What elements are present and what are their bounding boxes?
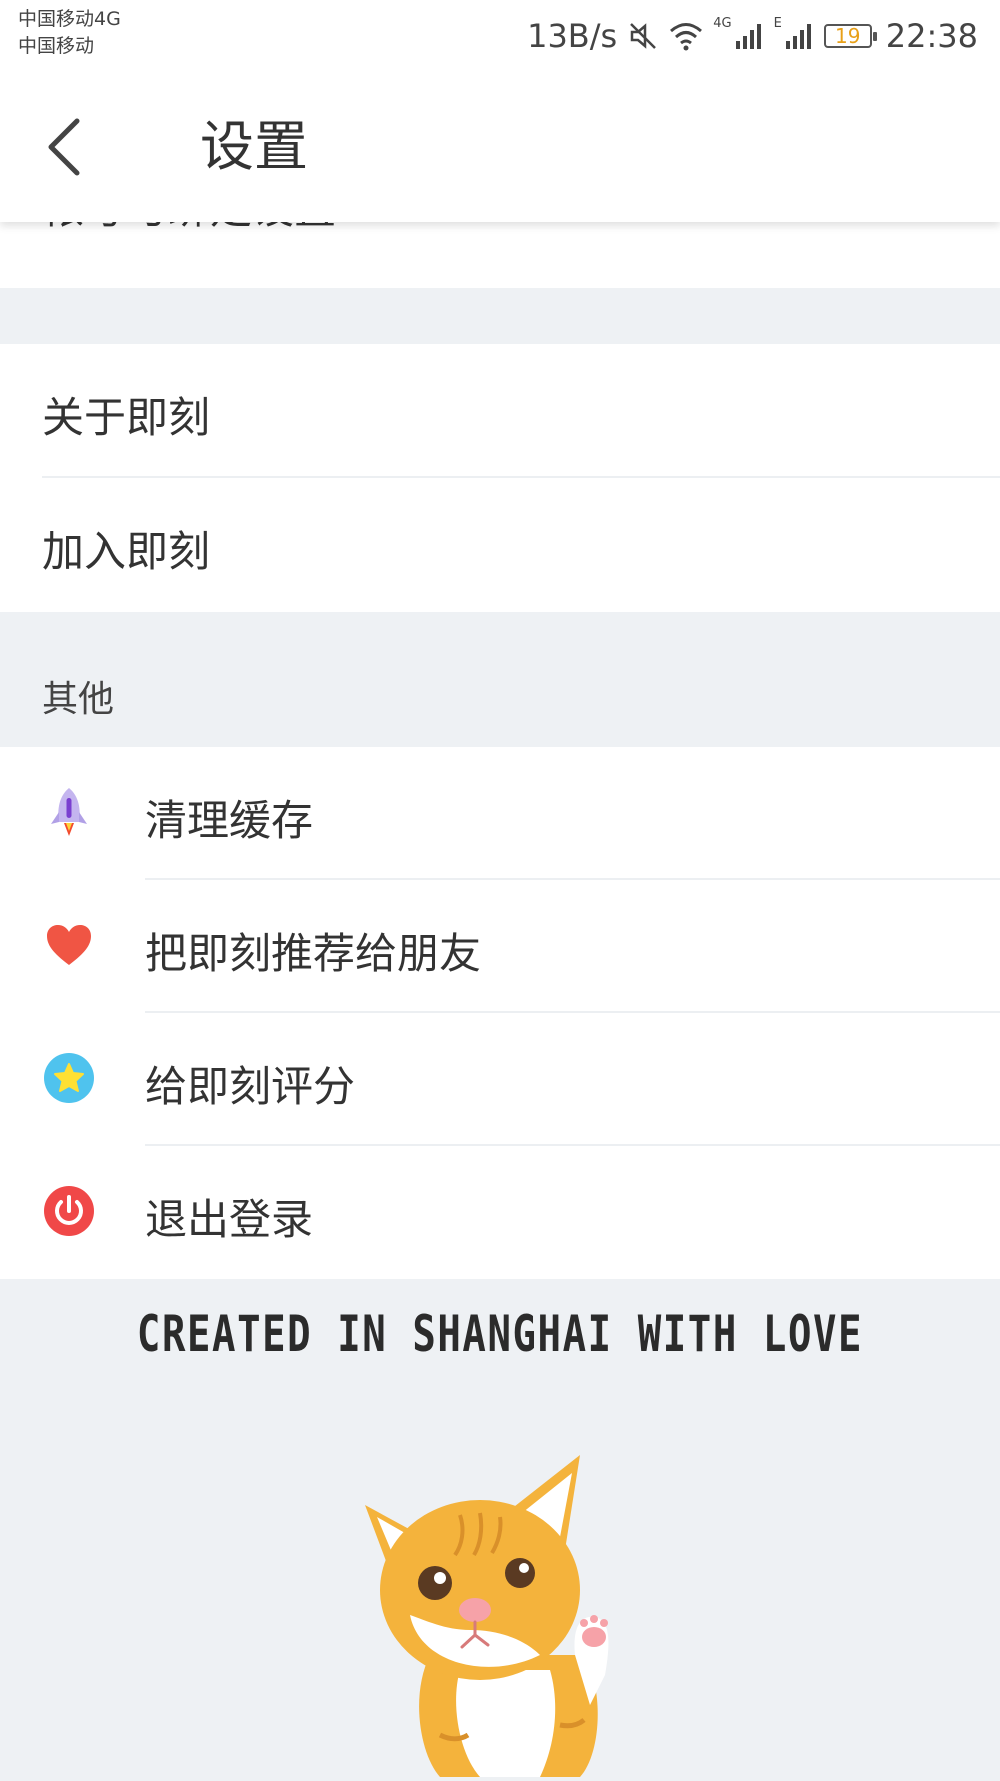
recommend-label: 把即刻推荐给朋友 xyxy=(145,929,482,978)
about-jike-row[interactable]: 关于即刻 xyxy=(0,344,1000,477)
join-jike-label: 加入即刻 xyxy=(42,527,211,576)
page-title: 设置 xyxy=(200,115,308,178)
heart-icon xyxy=(44,920,94,970)
status-bar: 中国移动4G 中国移动 13B/s 4G E 19 22:38 xyxy=(0,0,1000,72)
carrier-2: 中国移动 xyxy=(18,35,95,57)
clear-cache-row[interactable]: 清理缓存 xyxy=(0,747,1000,879)
battery-level: 19 xyxy=(835,24,861,48)
carrier-1: 中国移动4G xyxy=(18,8,121,30)
power-icon xyxy=(44,1186,94,1236)
recommend-row[interactable]: 把即刻推荐给朋友 xyxy=(0,880,1000,1012)
signal-icon-2 xyxy=(784,21,814,51)
network-type-4g: 4G xyxy=(713,16,732,31)
logout-label: 退出登录 xyxy=(145,1195,314,1244)
mute-icon xyxy=(627,20,659,52)
cat-mascot xyxy=(350,1455,650,1781)
signal-icon xyxy=(734,21,764,51)
other-group: 清理缓存 把即刻推荐给朋友 给即刻评分 退出登录 xyxy=(0,747,1000,1279)
logout-row[interactable]: 退出登录 xyxy=(0,1146,1000,1279)
carrier-info: 中国移动4G 中国移动 xyxy=(18,6,121,60)
clear-cache-label: 清理缓存 xyxy=(145,796,314,845)
wifi-icon xyxy=(669,21,703,51)
rate-row[interactable]: 给即刻评分 xyxy=(0,1013,1000,1145)
title-bar: 设置 xyxy=(0,72,1000,222)
about-jike-label: 关于即刻 xyxy=(42,393,211,442)
rocket-icon xyxy=(44,787,94,837)
join-jike-row[interactable]: 加入即刻 xyxy=(0,478,1000,612)
rate-label: 给即刻评分 xyxy=(145,1062,356,1111)
footer-tagline: CREATED IN SHANGHAI WITH LOVE xyxy=(136,1305,864,1363)
about-group: 关于即刻 加入即刻 xyxy=(0,344,1000,612)
section-label-other: 其他 xyxy=(42,679,115,720)
back-button[interactable] xyxy=(40,112,90,182)
star-icon xyxy=(44,1053,94,1103)
battery-icon: 19 xyxy=(823,24,877,48)
network-type-e: E xyxy=(773,16,782,31)
net-speed: 13B/s xyxy=(527,17,618,55)
clock: 22:38 xyxy=(885,17,978,55)
status-right: 13B/s 4G E 19 22:38 xyxy=(527,10,978,62)
back-arrow-icon xyxy=(48,118,80,176)
